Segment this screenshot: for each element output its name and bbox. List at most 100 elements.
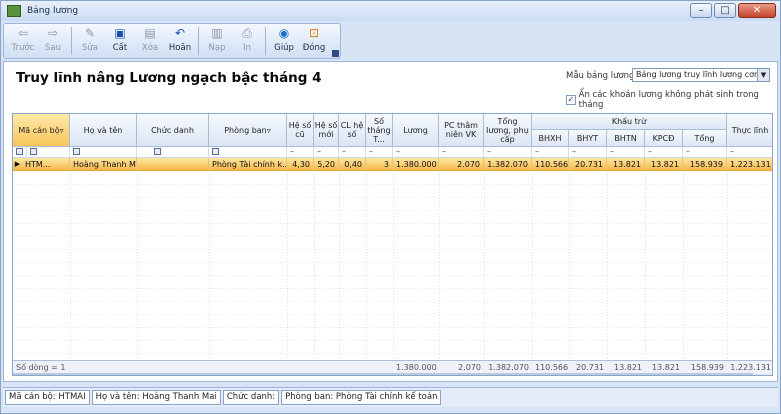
page-title: Truy lĩnh nâng Lương ngạch bậc tháng 4 bbox=[16, 70, 322, 86]
filter-so-thang[interactable]: – bbox=[366, 147, 393, 158]
cell-pc-tham-nien[interactable]: 2.070 bbox=[439, 158, 484, 171]
close-window-button[interactable]: ✕ bbox=[738, 3, 776, 18]
filter-icon[interactable]: ▿ bbox=[60, 126, 64, 135]
cell-phong-ban[interactable]: Phòng Tài chính k... bbox=[209, 158, 287, 171]
col-he-so-cu[interactable]: Hệ số cũ bbox=[287, 114, 314, 147]
cell-so-thang[interactable]: 3 bbox=[366, 158, 393, 171]
filter-pc-tham-nien[interactable]: – bbox=[439, 147, 484, 158]
cell-ho-va-ten[interactable]: Hoàng Thanh Mai bbox=[70, 158, 137, 171]
window-controls: – □ ✕ bbox=[690, 3, 776, 18]
help-button[interactable]: ◉ Giúp bbox=[269, 24, 299, 58]
filter-bhtn[interactable]: – bbox=[607, 147, 645, 158]
cell-bhyt[interactable]: 20.731 bbox=[569, 158, 607, 171]
filter-ma-can-bo[interactable] bbox=[27, 147, 70, 158]
undo-button[interactable]: ↶ Hoãn bbox=[165, 24, 195, 58]
col-so-thang[interactable]: Số tháng T... bbox=[366, 114, 393, 147]
filter-cl-he-so[interactable]: – bbox=[339, 147, 366, 158]
col-kpcd[interactable]: KPCĐ bbox=[645, 130, 683, 147]
col-chuc-danh[interactable]: Chức danh bbox=[137, 114, 209, 147]
col-bhyt[interactable]: BHYT bbox=[569, 130, 607, 147]
horizontal-scrollbar[interactable] bbox=[13, 373, 772, 375]
print-button[interactable]: ⎙ In bbox=[232, 24, 262, 58]
filter-chuc-danh[interactable] bbox=[137, 147, 209, 158]
main-content: Truy lĩnh nâng Lương ngạch bậc tháng 4 M… bbox=[3, 61, 778, 382]
filter-kpcd[interactable]: – bbox=[645, 147, 683, 158]
col-tong[interactable]: Tổng bbox=[683, 130, 727, 147]
cell-cl-he-so[interactable]: 0,40 bbox=[339, 158, 366, 171]
template-select[interactable]: Bảng lương truy lĩnh lương cơn ▼ bbox=[632, 68, 770, 82]
filter-he-so-cu[interactable]: – bbox=[287, 147, 314, 158]
filter-clear-icon[interactable] bbox=[13, 147, 27, 158]
next-label: Sau bbox=[45, 43, 61, 53]
col-thuc-linh[interactable]: Thực lĩnh bbox=[727, 114, 772, 147]
cell-tong-luong-pc[interactable]: 1.382.070 bbox=[484, 158, 532, 171]
cell-bhxh[interactable]: 110.566 bbox=[532, 158, 569, 171]
save-button[interactable]: ▣ Cất bbox=[105, 24, 135, 58]
minimize-button[interactable]: – bbox=[690, 3, 712, 18]
filter-tong-luong-pc[interactable]: – bbox=[484, 147, 532, 158]
toolbar-separator bbox=[265, 27, 266, 55]
col-group-khau-tru: Khấu trừ bbox=[532, 114, 727, 130]
close-button[interactable]: ⊡ Đóng bbox=[299, 24, 329, 58]
maximize-button[interactable]: □ bbox=[714, 3, 736, 18]
delete-button[interactable]: ▤ Xóa bbox=[135, 24, 165, 58]
col-label: Số tháng T... bbox=[367, 116, 391, 144]
next-button[interactable]: ⇨ Sau bbox=[38, 24, 68, 58]
col-label: Tổng bbox=[694, 133, 715, 143]
chevron-down-icon[interactable]: ▼ bbox=[757, 69, 769, 81]
col-cl-he-so[interactable]: CL hệ số bbox=[339, 114, 366, 147]
col-label: Hệ số cũ bbox=[288, 121, 312, 139]
col-label: CL hệ số bbox=[340, 121, 364, 139]
load-button[interactable]: ▥ Nạp bbox=[202, 24, 232, 58]
col-luong[interactable]: Lương bbox=[393, 114, 439, 147]
cell-kpcd[interactable]: 13.821 bbox=[645, 158, 683, 171]
col-bhtn[interactable]: BHTN bbox=[607, 130, 645, 147]
filter-phong-ban[interactable] bbox=[209, 147, 287, 158]
hide-zero-checkbox[interactable]: ✓ bbox=[566, 95, 576, 105]
cell-he-so-cu[interactable]: 4,30 bbox=[287, 158, 314, 171]
filter-thuc-linh[interactable]: – bbox=[727, 147, 772, 158]
col-phong-ban[interactable]: Phòng ban ▿ bbox=[209, 114, 287, 147]
col-label: BHYT bbox=[576, 133, 599, 143]
filter-bhyt[interactable]: – bbox=[569, 147, 607, 158]
undo-label: Hoãn bbox=[168, 43, 192, 53]
col-bhxh[interactable]: BHXH bbox=[532, 130, 569, 147]
toolbar-grip[interactable] bbox=[332, 50, 339, 57]
delete-label: Xóa bbox=[141, 43, 159, 53]
cell-luong[interactable]: 1.380.000 bbox=[393, 158, 439, 171]
cell-chuc-danh[interactable] bbox=[137, 158, 209, 171]
col-label: Mã cán bộ bbox=[18, 125, 60, 135]
col-label: Thực lĩnh bbox=[731, 125, 769, 135]
prev-button[interactable]: ⇦ Trước bbox=[8, 24, 38, 58]
col-he-so-moi[interactable]: Hệ số mới bbox=[314, 114, 339, 147]
load-icon: ▥ bbox=[211, 26, 223, 40]
table-row[interactable]: ▶ HTM... Hoàng Thanh Mai Phòng Tài chính… bbox=[13, 158, 772, 171]
cell-tong[interactable]: 158.939 bbox=[683, 158, 727, 171]
payroll-grid: Mã cán bộ ▿ Họ và tên Chức danh Phòng ba… bbox=[12, 113, 773, 376]
arrow-right-icon: ⇨ bbox=[47, 26, 59, 40]
filter-icon[interactable]: ▿ bbox=[267, 126, 271, 135]
payroll-window: Bảng lương – □ ✕ ⇦ Trước ⇨ Sau ✎ Sửa ▣ C… bbox=[0, 0, 781, 414]
col-ma-can-bo[interactable]: Mã cán bộ ▿ bbox=[13, 114, 70, 147]
window-title: Bảng lương bbox=[27, 6, 79, 16]
cell-he-so-moi[interactable]: 5,20 bbox=[314, 158, 339, 171]
template-label: Mẫu bảng lương bbox=[566, 71, 635, 81]
filter-he-so-moi[interactable]: – bbox=[314, 147, 339, 158]
hide-zero-checkbox-row[interactable]: ✓ Ẩn các khoản lương không phát sinh tro… bbox=[566, 90, 777, 110]
scrollbar-thumb[interactable] bbox=[13, 373, 753, 375]
col-label: BHTN bbox=[614, 133, 637, 143]
col-label: Họ và tên bbox=[83, 125, 123, 135]
edit-button[interactable]: ✎ Sửa bbox=[75, 24, 105, 58]
filter-bhxh[interactable]: – bbox=[532, 147, 569, 158]
col-label: Phòng ban bbox=[224, 125, 267, 135]
col-ho-va-ten[interactable]: Họ và tên bbox=[70, 114, 137, 147]
cell-ma-can-bo[interactable]: HTM... bbox=[22, 158, 70, 171]
col-label: PC thâm niên VK bbox=[444, 121, 478, 139]
col-pc-tham-nien[interactable]: PC thâm niên VK bbox=[439, 114, 484, 147]
filter-tong[interactable]: – bbox=[683, 147, 727, 158]
col-tong-luong-pc[interactable]: Tổng lương, phụ cấp bbox=[484, 114, 532, 147]
cell-bhtn[interactable]: 13.821 bbox=[607, 158, 645, 171]
cell-thuc-linh[interactable]: 1.223.131 bbox=[727, 158, 772, 171]
filter-ho-va-ten[interactable] bbox=[70, 147, 137, 158]
filter-luong[interactable]: – bbox=[393, 147, 439, 158]
